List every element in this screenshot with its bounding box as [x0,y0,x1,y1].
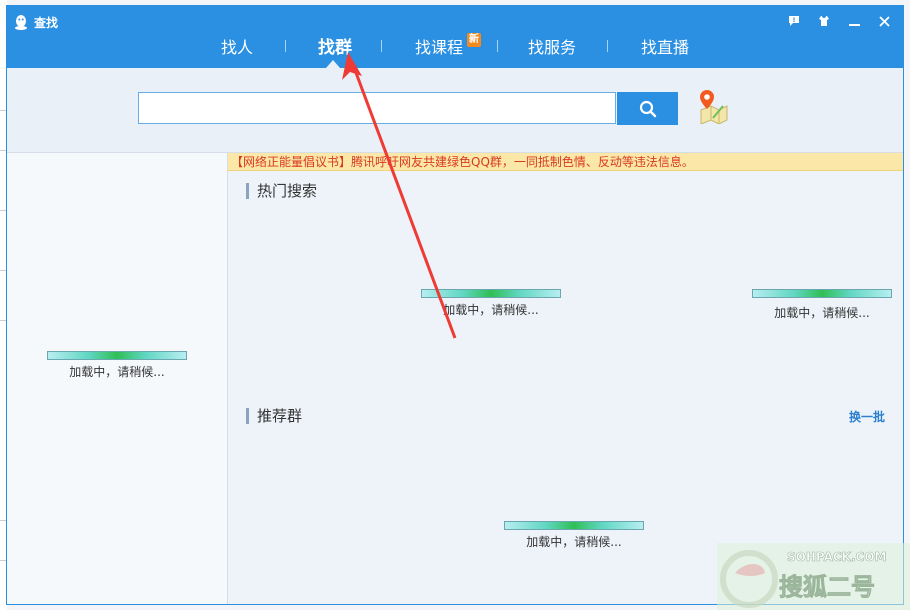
loading-text: 加载中，请稍候... [443,303,539,317]
find-window: 查找 找人 找群 找课程 新 找服务 找直播 加载中，请稍候... 【网络正能量… [6,5,904,605]
qq-penguin-icon [15,15,27,30]
loading-indicator: 加载中，请稍候... [47,351,187,380]
loading-indicator: 加载中，请稍候... [421,289,561,318]
close-button[interactable] [869,12,899,30]
tab-separator [607,40,608,52]
watermark-text: SOHPACK.COM [787,550,886,564]
tab-separator [381,40,382,52]
left-panel: 加载中，请稍候... [7,153,228,604]
new-badge: 新 [467,33,481,47]
feedback-button[interactable] [779,12,809,30]
progress-bar [47,351,187,360]
minimize-button[interactable] [839,12,869,30]
progress-bar [752,289,892,298]
window-controls [779,12,899,30]
skin-button[interactable] [809,12,839,30]
tab-separator [497,40,498,52]
minimize-icon [848,23,860,26]
loading-text: 加载中，请稍候... [69,365,165,379]
search-button[interactable] [617,92,678,125]
progress-bar [421,289,561,298]
map-location-icon[interactable] [695,88,729,124]
window-title: 查找 [34,16,59,30]
loading-text: 加载中，请稍候... [526,535,622,549]
tab-find-people[interactable]: 找人 [221,34,253,58]
hot-search-title: 热门搜索 [246,183,317,199]
close-icon [878,15,890,27]
loading-indicator: 加载中，请稍候... [752,289,892,321]
search-area [7,68,903,153]
search-icon [639,100,656,117]
loading-text: 加载中，请稍候... [774,306,870,320]
loading-indicator: 加载中，请稍候... [504,521,644,550]
recommended-groups-title: 推荐群 [246,408,302,424]
right-panel: 【网络正能量倡议书】腾讯呼吁网友共建绿色QQ群，一同抵制色情、反动等违法信息。 … [228,153,903,604]
tab-find-services[interactable]: 找服务 [528,34,576,58]
tab-find-live[interactable]: 找直播 [641,34,689,58]
shirt-icon [819,16,829,26]
notice-banner[interactable]: 【网络正能量倡议书】腾讯呼吁网友共建绿色QQ群，一同抵制色情、反动等违法信息。 [228,153,903,171]
feedback-icon [789,16,799,26]
progress-bar [504,521,644,530]
search-input[interactable] [138,92,616,124]
refresh-batch-link[interactable]: 换一批 [849,408,885,425]
active-tab-indicator [326,60,340,68]
title-bar[interactable]: 查找 找人 找群 找课程 新 找服务 找直播 [7,6,903,68]
tab-bar: 找人 找群 找课程 新 找服务 找直播 [7,32,903,68]
tab-find-groups[interactable]: 找群 [318,33,352,58]
tab-find-courses[interactable]: 找课程 [415,34,463,58]
tab-separator [285,40,286,52]
watermark-cn-text: 搜狐二号 [779,573,875,601]
watermark-logo: SOHPACK.COM 搜狐二号 [717,543,910,610]
